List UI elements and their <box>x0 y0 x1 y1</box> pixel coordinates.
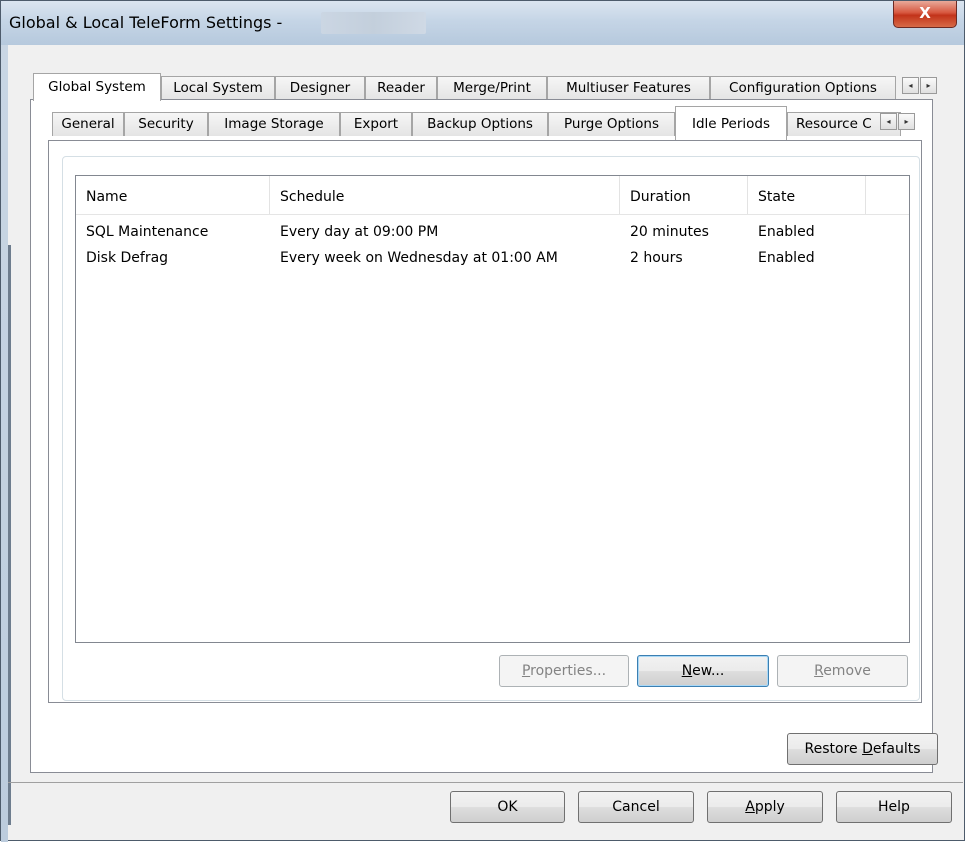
window-title: Global & Local TeleForm Settings - <box>9 13 283 32</box>
footer-separator <box>8 782 963 783</box>
column-header-duration[interactable]: Duration <box>620 176 748 214</box>
title-bar[interactable]: Global & Local TeleForm Settings - X <box>1 1 964 45</box>
new-button[interactable]: New... <box>637 655 769 687</box>
scroll-right-icon[interactable]: ▸ <box>898 113 915 130</box>
tab-local-system[interactable]: Local System <box>161 76 275 100</box>
cell-duration: 20 minutes <box>630 224 709 240</box>
top-tab-scroller: ◂ ▸ <box>902 77 938 95</box>
tab-security[interactable]: Security <box>124 112 208 136</box>
list-header: Name Schedule Duration State <box>76 176 909 215</box>
cell-name: Disk Defrag <box>86 250 169 266</box>
cancel-button[interactable]: Cancel <box>578 791 694 823</box>
redacted-title-area <box>321 12 426 34</box>
properties-button[interactable]: Properties... <box>499 655 629 687</box>
cell-schedule: Every week on Wednesday at 01:00 AM <box>280 250 558 266</box>
cell-state: Enabled <box>758 224 815 240</box>
scroll-left-icon[interactable]: ◂ <box>880 113 897 130</box>
cell-duration: 2 hours <box>630 250 683 266</box>
window-frame-left <box>1 45 11 842</box>
tab-reader[interactable]: Reader <box>365 76 437 100</box>
tab-idle-periods[interactable]: Idle Periods <box>675 106 787 140</box>
column-header-state[interactable]: State <box>748 176 866 214</box>
column-header-schedule[interactable]: Schedule <box>270 176 620 214</box>
sub-tab-scroller: ◂ ▸ <box>880 113 916 131</box>
tab-purge-options[interactable]: Purge Options <box>548 112 675 136</box>
idle-periods-list[interactable]: Name Schedule Duration State SQL Mainten… <box>75 175 910 643</box>
tab-backup-options[interactable]: Backup Options <box>412 112 548 136</box>
apply-button[interactable]: Apply <box>707 791 823 823</box>
help-button[interactable]: Help <box>836 791 952 823</box>
restore-defaults-button[interactable]: Restore Defaults <box>787 733 938 765</box>
cell-name: SQL Maintenance <box>86 224 209 240</box>
close-button[interactable]: X <box>893 1 957 28</box>
tab-export[interactable]: Export <box>340 112 412 136</box>
ok-button[interactable]: OK <box>450 791 565 823</box>
scroll-right-icon[interactable]: ▸ <box>920 77 937 94</box>
scroll-left-icon[interactable]: ◂ <box>902 77 919 94</box>
cell-state: Enabled <box>758 250 815 266</box>
tab-image-storage[interactable]: Image Storage <box>208 112 340 136</box>
tab-merge-print[interactable]: Merge/Print <box>437 76 547 100</box>
remove-button[interactable]: Remove <box>777 655 908 687</box>
tab-configuration-options[interactable]: Configuration Options <box>710 76 896 100</box>
column-header-name[interactable]: Name <box>76 176 270 214</box>
tab-global-system[interactable]: Global System <box>33 73 161 101</box>
table-row[interactable]: SQL Maintenance Every day at 09:00 PM 20… <box>76 219 909 245</box>
cell-schedule: Every day at 09:00 PM <box>280 224 439 240</box>
tab-designer[interactable]: Designer <box>275 76 365 100</box>
tab-general[interactable]: General <box>52 112 124 136</box>
table-row[interactable]: Disk Defrag Every week on Wednesday at 0… <box>76 245 909 271</box>
tab-multiuser-features[interactable]: Multiuser Features <box>547 76 710 100</box>
